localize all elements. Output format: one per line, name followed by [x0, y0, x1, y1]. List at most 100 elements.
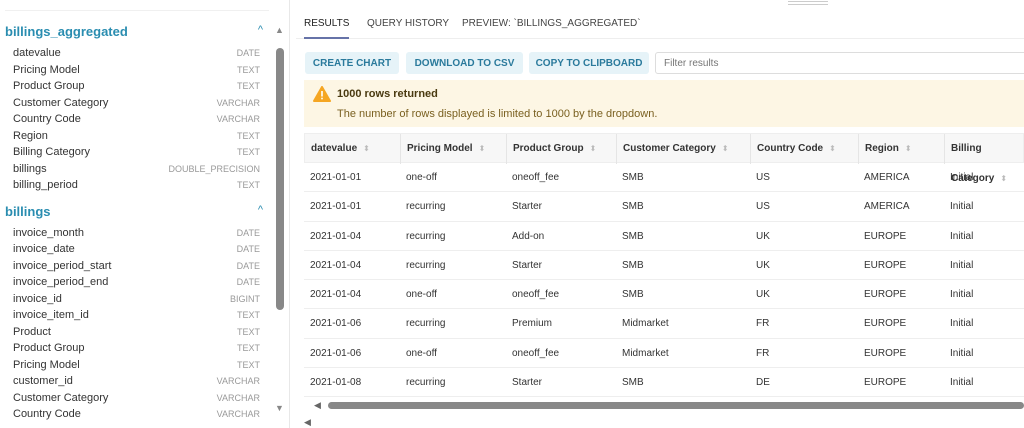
tab-results[interactable]: RESULTS	[304, 18, 350, 39]
column-type: DATE	[236, 244, 260, 255]
results-tabs: RESULTS QUERY HISTORY PREVIEW: `BILLINGS…	[296, 14, 1024, 39]
table-cell: 2021-01-04	[310, 259, 362, 271]
table-cell: SMB	[622, 172, 644, 183]
column-header[interactable]: datevalue ⬍	[305, 134, 401, 164]
table-cell: Add-on	[512, 230, 545, 242]
column-name: Billing Category	[13, 146, 91, 159]
table-cell: UK	[756, 230, 770, 242]
column-type: BIGINT	[229, 293, 260, 304]
table-cell: UK	[756, 259, 770, 271]
column-item[interactable]: Pricing Model TEXT	[13, 62, 260, 79]
column-type: TEXT	[236, 64, 260, 75]
sort-icon[interactable]: ⬍	[722, 144, 729, 153]
table-cell: FR	[756, 347, 770, 359]
column-name: Product Group	[13, 342, 85, 355]
table-cell: 2021-01-06	[310, 347, 362, 359]
table-cell: AMERICA	[864, 201, 910, 213]
column-item[interactable]: Product TEXT	[13, 324, 260, 341]
sort-icon[interactable]: ⬍	[363, 144, 370, 153]
column-header[interactable]: Pricing Model ⬍	[401, 134, 507, 164]
column-item[interactable]: invoice_month DATE	[13, 225, 260, 242]
column-header[interactable]: Product Group ⬍	[507, 134, 617, 164]
column-type: TEXT	[236, 310, 260, 321]
sidebar-scrollbar[interactable]: ▲ ▼	[272, 22, 288, 422]
table-row: 2021-01-01 recurring Starter SMB US AMERICA In…	[304, 192, 1024, 222]
column-item[interactable]: Pricing Model TEXT	[13, 357, 260, 374]
column-item[interactable]: Billing Category TEXT	[13, 144, 260, 161]
column-item[interactable]: customer_id VARCHAR	[13, 373, 260, 390]
column-type: TEXT	[236, 130, 260, 141]
column-item[interactable]: billings DOUBLE_PRECISION	[13, 161, 260, 178]
table-cell: Initial	[950, 289, 974, 301]
column-item[interactable]: Customer Category VARCHAR	[13, 390, 260, 407]
sort-icon[interactable]: ⬍	[590, 144, 597, 153]
sort-icon[interactable]: ⬍	[829, 144, 836, 153]
column-item[interactable]: billing_period TEXT	[13, 177, 260, 194]
table-cell: SMB	[622, 201, 644, 213]
tab-query-history[interactable]: QUERY HISTORY	[367, 18, 449, 29]
column-name: invoice_date	[13, 243, 75, 256]
table-billings[interactable]: billings ^	[5, 204, 263, 219]
table-billings-aggregated[interactable]: billings_aggregated ^	[5, 24, 263, 39]
column-item[interactable]: Region TEXT	[13, 128, 260, 145]
download-csv-button[interactable]: DOWNLOAD TO CSV	[406, 52, 523, 74]
table-cell: Starter	[512, 259, 543, 271]
table-cell: recurring	[406, 377, 446, 389]
column-type: TEXT	[236, 180, 260, 191]
column-name: Pricing Model	[13, 358, 80, 371]
column-item[interactable]: Product Group TEXT	[13, 78, 260, 95]
table-cell: US	[756, 172, 770, 183]
table-cell: EUROPE	[864, 377, 907, 389]
tab-preview[interactable]: PREVIEW: `BILLINGS_AGGREGATED`	[462, 18, 641, 29]
chevron-up-icon[interactable]: ^	[258, 24, 263, 39]
column-type: VARCHAR	[216, 376, 260, 387]
column-item[interactable]: invoice_item_id TEXT	[13, 307, 260, 324]
column-type: TEXT	[236, 81, 260, 92]
copy-clipboard-button[interactable]: COPY TO CLIPBOARD	[529, 52, 649, 74]
table-cell: Initial	[950, 230, 974, 242]
column-type: VARCHAR	[216, 114, 260, 125]
table-cell: one-off	[406, 172, 437, 183]
horizontal-scrollbar[interactable]: ◀	[310, 400, 1024, 410]
column-name: billings	[13, 162, 47, 175]
scroll-down-icon[interactable]: ▼	[275, 403, 284, 413]
resize-handle[interactable]	[788, 1, 828, 5]
create-chart-button[interactable]: CREATE CHART	[305, 52, 399, 74]
column-item[interactable]: invoice_id BIGINT	[13, 291, 260, 308]
sort-icon[interactable]: ⬍	[479, 144, 486, 153]
column-header[interactable]: Customer Category ⬍	[617, 134, 751, 164]
scrollbar-thumb[interactable]	[276, 48, 284, 310]
table-cell: 2021-01-01	[310, 201, 362, 213]
filter-results-input[interactable]	[655, 52, 1024, 74]
scroll-up-icon[interactable]: ▲	[275, 25, 284, 35]
scroll-left-icon[interactable]: ◀	[314, 400, 321, 411]
column-item[interactable]: invoice_period_end DATE	[13, 274, 260, 291]
column-item[interactable]: datevalue DATE	[13, 45, 260, 62]
column-item[interactable]: invoice_date DATE	[13, 241, 260, 258]
table-row: 2021-01-06 recurring Premium Midmarket FR EUR…	[304, 309, 1024, 339]
table-name: billings	[5, 203, 51, 219]
column-item[interactable]: Country Code VARCHAR	[13, 406, 260, 423]
table-cell: Starter	[512, 377, 543, 389]
column-item[interactable]: Country Code VARCHAR	[13, 111, 260, 128]
column-header[interactable]: Billing Category ⬍	[945, 134, 1024, 184]
column-header[interactable]: Region ⬍	[859, 134, 945, 164]
column-header[interactable]: Country Code ⬍	[751, 134, 859, 164]
column-item[interactable]: invoice_period_start DATE	[13, 258, 260, 275]
column-item[interactable]: Customer Category VARCHAR	[13, 95, 260, 112]
row-limit-alert: 1000 rows returned The number of rows di…	[304, 80, 1024, 127]
table-cell: Initial	[950, 318, 974, 330]
column-name: datevalue	[13, 47, 61, 60]
column-name: customer_id	[13, 375, 73, 388]
column-item[interactable]: Product Group TEXT	[13, 340, 260, 357]
chevron-up-icon[interactable]: ^	[258, 204, 263, 219]
table-cell: one-off	[406, 289, 437, 301]
scroll-left-icon[interactable]: ◀	[304, 417, 311, 428]
table-cell: FR	[756, 318, 770, 330]
table-cell: Initial	[950, 347, 974, 359]
sort-icon[interactable]: ⬍	[905, 144, 912, 153]
column-type: TEXT	[236, 326, 260, 337]
alert-message: The number of rows displayed is limited …	[337, 108, 658, 120]
table-row: 2021-01-01 one-off oneoff_fee SMB US AMERICA I…	[304, 163, 1024, 193]
scrollbar-thumb[interactable]	[328, 402, 1024, 409]
